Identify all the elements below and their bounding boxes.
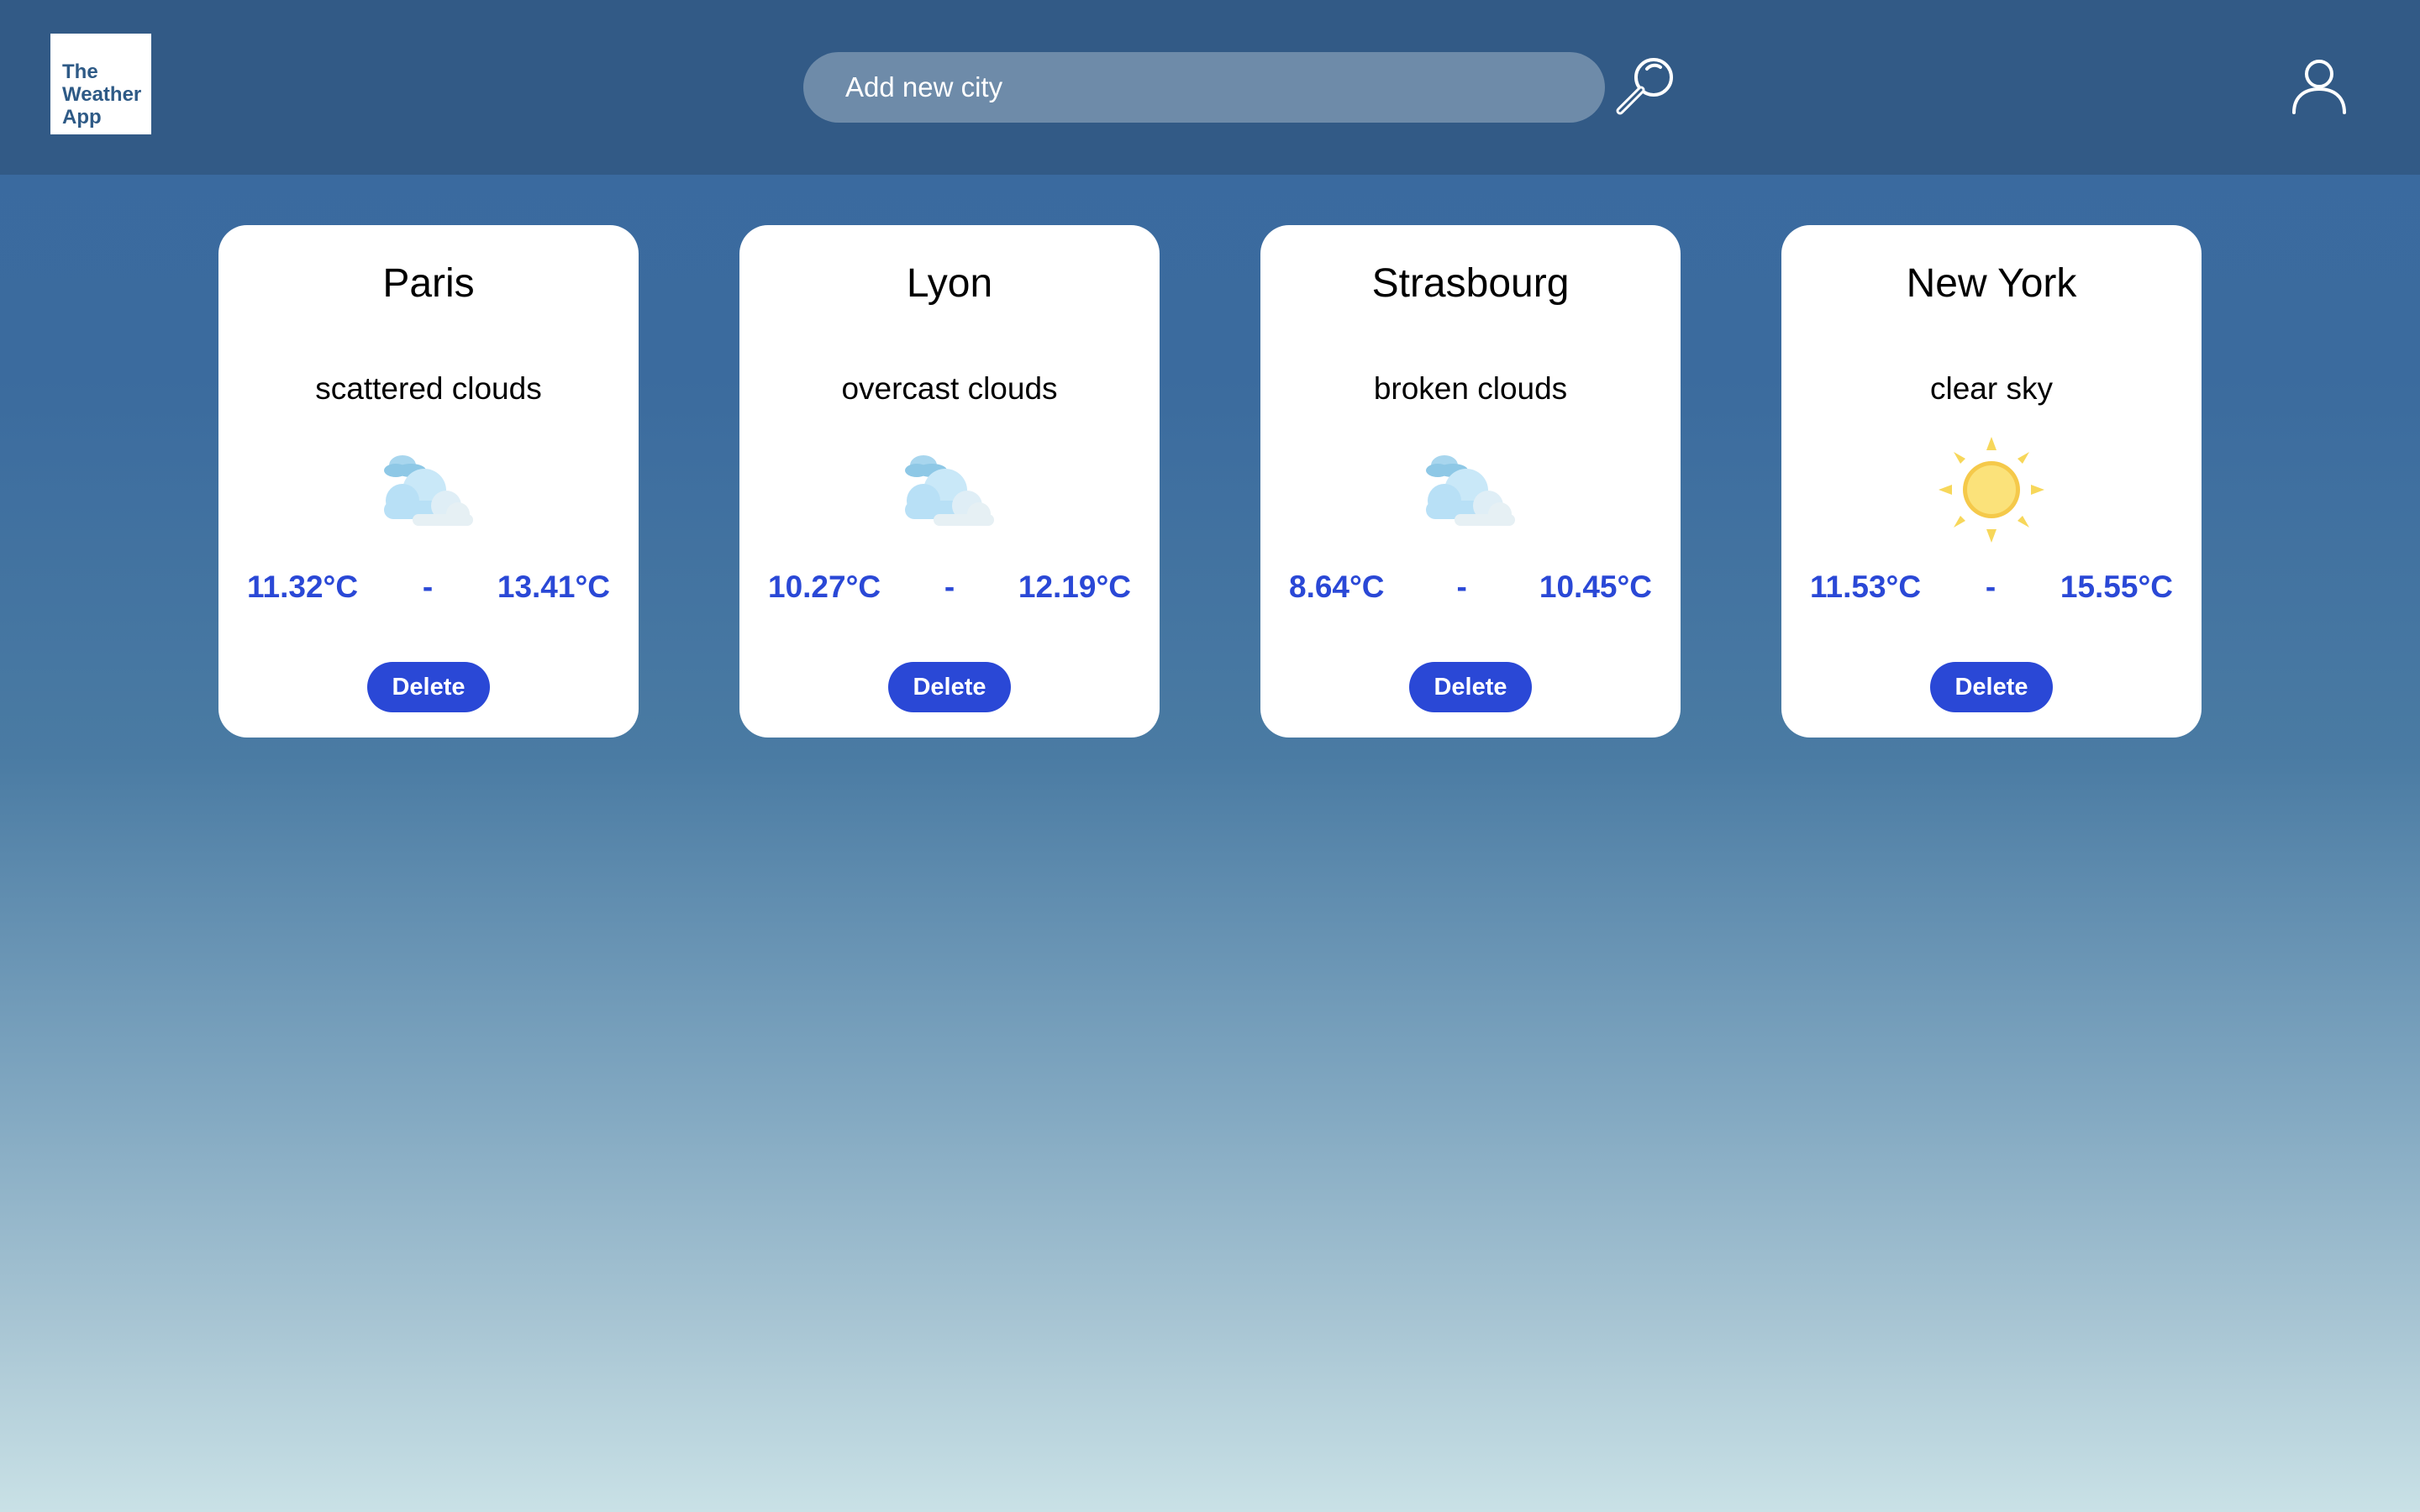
search-button[interactable] (1613, 54, 1677, 118)
app-logo[interactable]: The Weather App (50, 34, 151, 134)
user-icon (2292, 60, 2346, 114)
weather-description: clear sky (1930, 371, 2053, 406)
magnifier-icon (1616, 58, 1673, 115)
temperature-range: 11.32°C - 13.41°C (247, 570, 610, 605)
temp-separator: - (944, 570, 955, 604)
city-card: Lyon overcast clouds 10.27°C - 12.19°C D… (739, 225, 1160, 738)
delete-button[interactable]: Delete (1930, 662, 2053, 712)
city-card: Paris scattered clouds 11.32°C - 13.41°C… (218, 225, 639, 738)
temperature-range: 8.64°C - 10.45°C (1289, 570, 1652, 605)
city-name: New York (1906, 261, 2077, 306)
city-name: Lyon (906, 261, 993, 306)
temp-separator: - (422, 570, 434, 604)
city-name: Paris (382, 261, 475, 306)
sun-icon (1939, 437, 2044, 543)
logo-line: Weather (62, 83, 142, 106)
city-card: New York clear sky 11.53°C - 15.55°C Del… (1781, 225, 2202, 738)
temp-max: 15.55°C (2060, 570, 2173, 604)
weather-description: broken clouds (1373, 371, 1568, 406)
temp-min: 11.53°C (1810, 570, 1922, 604)
search-bar (803, 52, 1605, 123)
clouds-icon (1426, 455, 1515, 526)
app-header: The Weather App (0, 0, 2420, 175)
clouds-icon (905, 455, 994, 526)
temp-min: 11.32°C (247, 570, 359, 604)
temp-min: 10.27°C (768, 570, 881, 604)
logo-line: The (62, 60, 98, 83)
temp-separator: - (1456, 570, 1467, 604)
temperature-range: 10.27°C - 12.19°C (768, 570, 1131, 605)
delete-button[interactable]: Delete (367, 662, 490, 712)
add-city-input[interactable] (803, 52, 1605, 123)
temp-separator: - (1985, 570, 1996, 604)
weather-description: overcast clouds (841, 371, 1058, 406)
city-card: Strasbourg broken clouds 8.64°C - 10.45°… (1260, 225, 1681, 738)
logo-line: App (62, 106, 102, 129)
delete-button[interactable]: Delete (1409, 662, 1532, 712)
user-account-button[interactable] (2289, 55, 2349, 116)
city-name: Strasbourg (1371, 261, 1570, 306)
temp-min: 8.64°C (1289, 570, 1385, 604)
temperature-range: 11.53°C - 15.55°C (1810, 570, 2173, 605)
delete-button[interactable]: Delete (888, 662, 1011, 712)
temp-max: 13.41°C (497, 570, 610, 604)
weather-description: scattered clouds (315, 371, 542, 406)
clouds-icon (384, 455, 473, 526)
temp-max: 10.45°C (1539, 570, 1652, 604)
temp-max: 12.19°C (1018, 570, 1131, 604)
